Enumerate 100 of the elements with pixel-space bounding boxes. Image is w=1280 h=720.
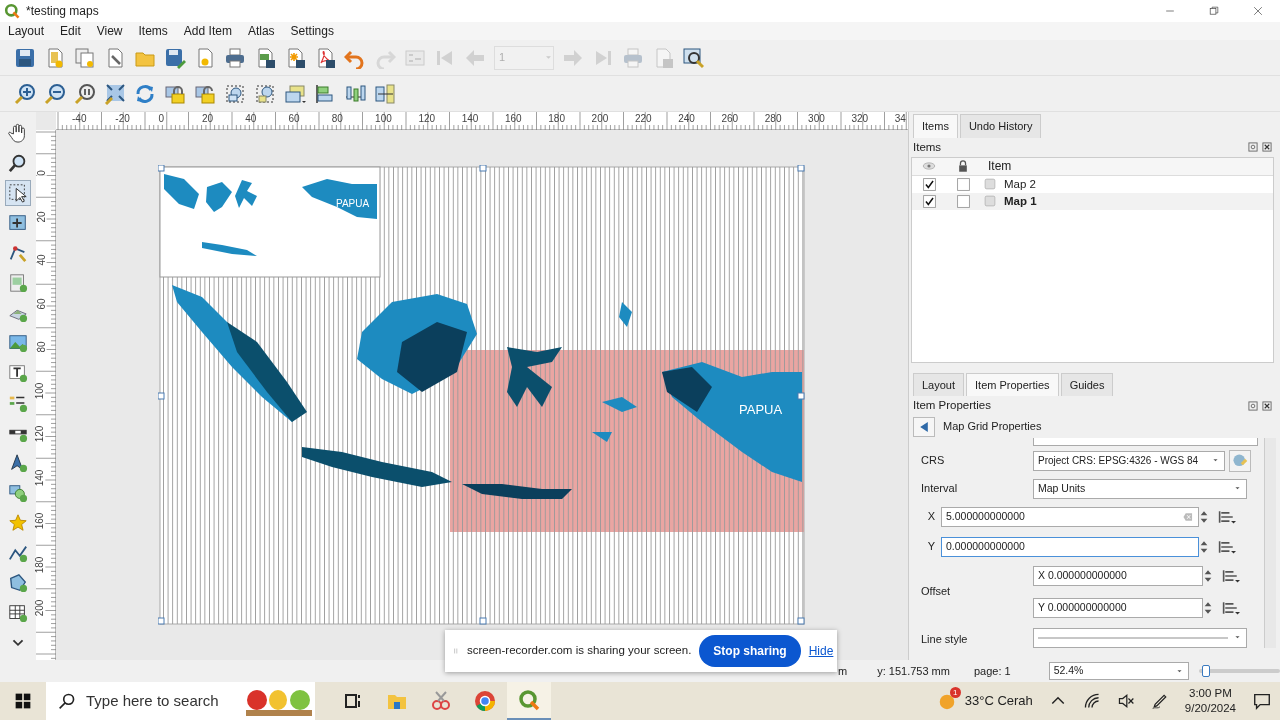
number-field[interactable]: X 0.000000000000 [1033,565,1203,586]
zoom-full-icon[interactable] [104,82,126,105]
align-icon[interactable] [314,82,336,105]
pages-icon[interactable] [74,46,96,69]
speaker-mute-icon[interactable] [1116,692,1135,710]
ruler-label: 34 [894,114,906,124]
ruler-label: 320 [851,114,869,124]
wifi-icon[interactable] [1082,692,1101,710]
panel-tab[interactable]: Item Properties [966,372,1059,397]
weather-text[interactable]: 33°C Cerah [964,691,1033,711]
move-content-icon[interactable] [8,213,28,233]
zoom-in-icon[interactable] [14,82,36,105]
notification-badge: 1 [949,687,961,698]
field-label: Interval [921,481,959,497]
raise-icon[interactable] [284,82,306,105]
menu-item[interactable]: Atlas [247,22,275,40]
ruler-label: 0 [158,114,165,124]
hide-link[interactable]: Hide [808,642,834,660]
number-field[interactable]: 5.000000000000 [941,506,1199,527]
menu-item[interactable]: Edit [60,22,81,40]
q-logo-icon[interactable] [518,689,540,711]
refresh-icon[interactable] [134,82,156,105]
add-table-icon[interactable] [8,603,28,623]
number-field[interactable]: 0.000000000000 [941,536,1199,557]
panel-tab[interactable]: Layout [913,372,965,397]
back-button[interactable] [913,416,935,437]
hand-icon[interactable] [8,123,28,143]
ruler-label: 100 [375,114,392,124]
group-icon[interactable] [224,82,246,105]
menu-item[interactable]: Layout [8,22,45,40]
ruler-label: 120 [418,114,436,124]
ruler-label: 140 [35,469,46,486]
panel-tab[interactable]: Items [913,114,958,138]
menu-item[interactable]: Items [138,22,168,40]
search-bar[interactable]: Type here to search [46,682,315,720]
number-field[interactable]: Y 0.000000000000 [1033,597,1203,618]
map-magnifier-icon[interactable] [682,46,704,69]
ruler-label: 80 [331,114,343,124]
zoom-dropdown[interactable]: 52.4% [1048,662,1189,680]
magnifier-icon[interactable] [8,153,28,173]
panel-tab[interactable]: Guides [1060,372,1114,397]
dock-title: Item Properties [913,398,991,414]
item-name[interactable]: Map 1 [1004,192,1037,210]
ruler-label: 20 [36,210,47,223]
checkbox[interactable] [956,194,970,208]
menu-item[interactable]: Settings [290,22,334,40]
clock[interactable]: 3:00 PM 9/20/2024 [1184,686,1236,716]
window-title: *testing maps [26,3,99,20]
north-arrow-icon[interactable] [8,453,28,473]
star-icon[interactable] [8,513,28,533]
node-edit-icon[interactable] [8,243,28,263]
ruler-label: 100 [35,382,46,399]
ruler-label: 200 [35,599,46,617]
ruler-label: 60 [288,114,300,124]
polygon-icon[interactable] [8,573,28,593]
ungroup-icon[interactable] [254,82,276,105]
ruler-label: 140 [461,114,479,124]
close-icon[interactable] [1262,400,1272,411]
printer-icon[interactable] [224,46,246,69]
field-label: Offset [921,584,952,600]
interval-dropdown[interactable]: Map Units [1033,478,1247,499]
zoom-out-icon[interactable] [44,82,66,105]
resize-icon[interactable] [374,82,396,105]
distribute-icon[interactable] [344,82,366,105]
add-label-icon[interactable] [8,363,28,383]
menu-item[interactable]: View [96,22,123,40]
menu-item[interactable]: Add Item [183,22,232,40]
dropdown-field[interactable] [1033,437,1258,446]
panel-tab[interactable]: Undo History [959,114,1042,138]
checkbox[interactable] [956,177,970,191]
checkbox[interactable] [922,177,936,191]
polyline-icon[interactable] [8,543,28,563]
map-label: PAPUA [739,402,783,417]
crs-dropdown[interactable]: Project CRS: EPSG:4326 - WGS 84 [1033,450,1225,471]
field-label: Y [926,539,936,555]
windows-start-icon[interactable] [14,692,32,710]
add-map-icon[interactable] [8,273,28,293]
lock-icon [956,159,970,174]
scissors-icon[interactable] [430,690,452,712]
browser-icon[interactable] [474,690,496,712]
notifications-icon[interactable] [1252,691,1272,711]
search-field[interactable]: Type here to search [86,689,236,713]
floppy-icon[interactable] [14,46,36,69]
item-name[interactable]: Map 2 [1004,175,1036,193]
pen-icon[interactable] [1150,692,1169,710]
column-header: Item [987,158,1012,176]
stop-sharing-button[interactable]: Stop sharing [699,635,801,667]
close-icon[interactable] [1262,142,1272,153]
add-shape-icon[interactable] [8,483,28,503]
zoom-actual-icon[interactable] [74,82,96,105]
scrollbar[interactable] [1264,437,1276,648]
checkbox[interactable] [922,194,936,208]
slider-thumb[interactable] [1201,665,1210,677]
restore-icon[interactable] [1207,4,1221,18]
floppy-pencil-icon[interactable] [164,46,186,69]
add-picture-icon[interactable] [8,333,28,353]
map-item-icon [984,178,996,191]
pointer-icon[interactable] [8,183,28,203]
ruler-label: 220 [634,114,652,124]
ruler-label: 280 [764,114,782,124]
